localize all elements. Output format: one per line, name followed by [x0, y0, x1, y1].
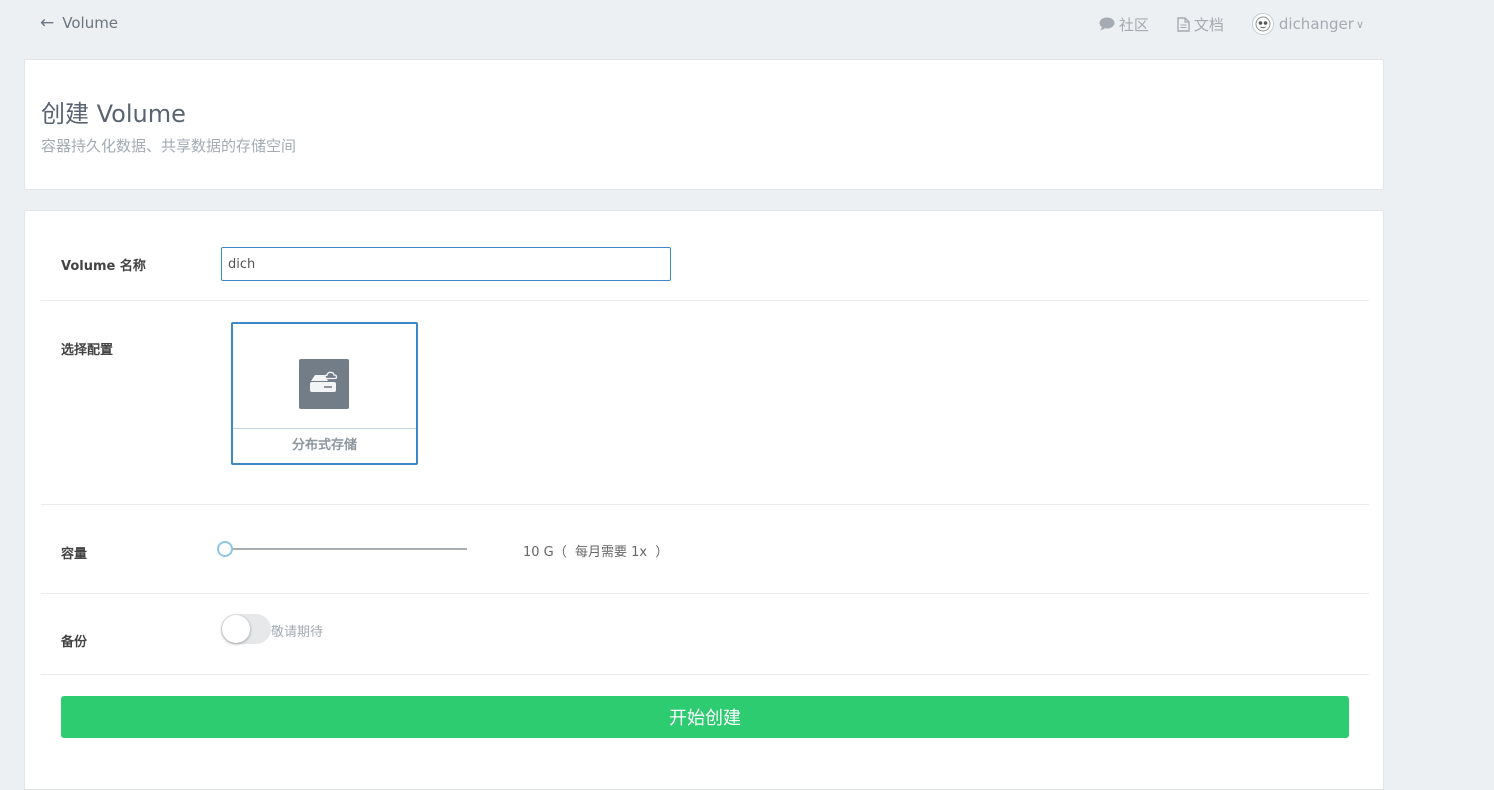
nav-docs-label: 文档	[1193, 15, 1224, 34]
top-nav: 社区 文档 dichanger ∨	[1099, 13, 1364, 35]
volume-name-input[interactable]	[221, 247, 671, 281]
nav-docs[interactable]: 文档	[1177, 14, 1224, 35]
back-link-label: Volume	[62, 14, 119, 32]
arrow-left-icon: ←	[40, 12, 55, 33]
submit-create-button[interactable]: 开始创建	[61, 696, 1349, 738]
username: dichanger	[1278, 15, 1354, 33]
chat-bubble-icon	[1099, 17, 1115, 31]
capacity-label: 容量	[61, 547, 88, 562]
back-link[interactable]: ← Volume	[40, 12, 118, 34]
chevron-down-icon: ∨	[1355, 17, 1364, 31]
create-volume-form: Volume 名称 选择配置 分布式存储 容量 10 G（ 每月需要 1x ）	[24, 210, 1384, 790]
capacity-slider-track[interactable]	[225, 548, 467, 550]
name-label: Volume 名称	[61, 259, 146, 274]
nav-community-label: 社区	[1118, 15, 1149, 34]
page-title: 创建 Volume	[41, 100, 186, 128]
user-menu[interactable]: dichanger ∨	[1251, 13, 1364, 35]
avatar-face-icon	[1255, 16, 1271, 32]
config-option-label: 分布式存储	[291, 438, 357, 453]
nav-community[interactable]: 社区	[1099, 14, 1149, 35]
capacity-value: 10 G（ 每月需要 1x ）	[523, 545, 669, 560]
backup-note: 敬请期待	[271, 625, 324, 640]
backup-toggle-knob	[222, 615, 250, 643]
capacity-slider-handle[interactable]	[217, 541, 233, 557]
config-label: 选择配置	[61, 343, 114, 358]
cloud-storage-icon	[299, 359, 349, 409]
form-row-name: Volume 名称	[41, 211, 1369, 301]
config-option-distributed-storage[interactable]: 分布式存储	[231, 322, 418, 465]
backup-label: 备份	[61, 635, 88, 650]
avatar	[1251, 13, 1274, 35]
document-icon	[1177, 16, 1190, 32]
form-row-capacity: 容量 10 G（ 每月需要 1x ）	[41, 505, 1369, 594]
form-row-config: 选择配置 分布式存储	[41, 301, 1369, 505]
form-row-backup: 备份 敬请期待	[41, 594, 1369, 675]
page-subtitle: 容器持久化数据、共享数据的存储空间	[41, 137, 297, 155]
header-card: 创建 Volume 容器持久化数据、共享数据的存储空间	[24, 59, 1384, 190]
top-bar: ← Volume 社区 文档 dichanger ∨	[0, 0, 1494, 48]
backup-toggle[interactable]	[221, 614, 271, 644]
